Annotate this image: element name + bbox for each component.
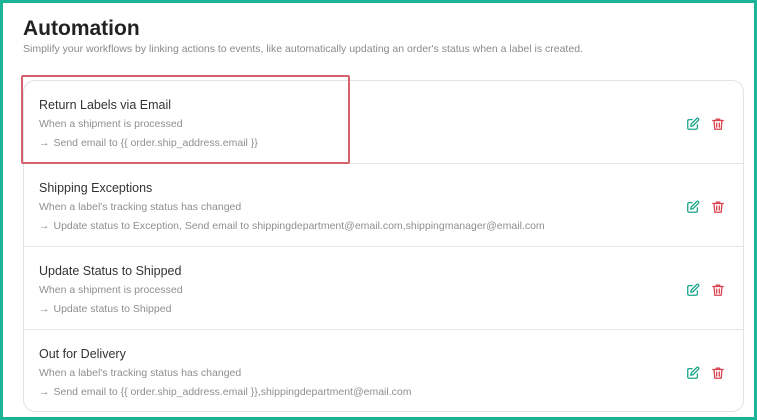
automation-action-text: Send email to {{ order.ship_address.emai…	[53, 386, 412, 398]
automation-title: Return Labels via Email	[39, 98, 172, 112]
automation-action: → Send email to {{ order.ship_address.ema…	[39, 386, 411, 398]
delete-button[interactable]	[710, 282, 726, 298]
page-subtitle: Simplify your workflows by linking actio…	[23, 43, 583, 55]
trash-icon	[712, 284, 724, 296]
automation-action-text: Send email to {{ order.ship_address.emai…	[53, 137, 258, 149]
automation-title: Out for Delivery	[39, 347, 126, 361]
automation-action-text: Update status to Shipped	[53, 303, 172, 315]
automation-action: → Update status to Exception, Send email …	[39, 220, 545, 232]
delete-button[interactable]	[710, 365, 726, 381]
arrow-icon: →	[39, 386, 50, 398]
trash-icon	[712, 201, 724, 213]
app-frame: Automation Simplify your workflows by li…	[0, 0, 757, 420]
automation-trigger: When a label's tracking status has chang…	[39, 367, 242, 379]
delete-button[interactable]	[710, 116, 726, 132]
edit-button[interactable]	[685, 116, 701, 132]
arrow-icon: →	[39, 303, 50, 315]
arrow-icon: →	[39, 137, 50, 149]
automation-action: → Update status to Shipped	[39, 303, 171, 315]
automation-trigger: When a shipment is processed	[39, 118, 183, 130]
automation-title: Shipping Exceptions	[39, 181, 153, 195]
delete-button[interactable]	[710, 199, 726, 215]
edit-button[interactable]	[685, 282, 701, 298]
trash-icon	[712, 367, 724, 379]
automation-row: Return Labels via Email When a shipment …	[24, 81, 743, 164]
edit-button[interactable]	[685, 365, 701, 381]
automation-list: Return Labels via Email When a shipment …	[23, 80, 744, 412]
edit-icon	[687, 200, 700, 213]
automation-action-text: Update status to Exception, Send email t…	[53, 220, 545, 232]
page-title: Automation	[23, 17, 140, 40]
edit-icon	[687, 117, 700, 130]
automation-trigger: When a label's tracking status has chang…	[39, 201, 242, 213]
automation-trigger: When a shipment is processed	[39, 284, 183, 296]
automation-action: → Send email to {{ order.ship_address.ema…	[39, 137, 258, 149]
automation-row: Out for Delivery When a label's tracking…	[24, 330, 743, 411]
edit-icon	[687, 283, 700, 296]
edit-button[interactable]	[685, 199, 701, 215]
trash-icon	[712, 118, 724, 130]
automation-row: Update Status to Shipped When a shipment…	[24, 247, 743, 330]
arrow-icon: →	[39, 220, 50, 232]
automation-row: Shipping Exceptions When a label's track…	[24, 164, 743, 247]
automation-title: Update Status to Shipped	[39, 264, 182, 278]
edit-icon	[687, 366, 700, 379]
